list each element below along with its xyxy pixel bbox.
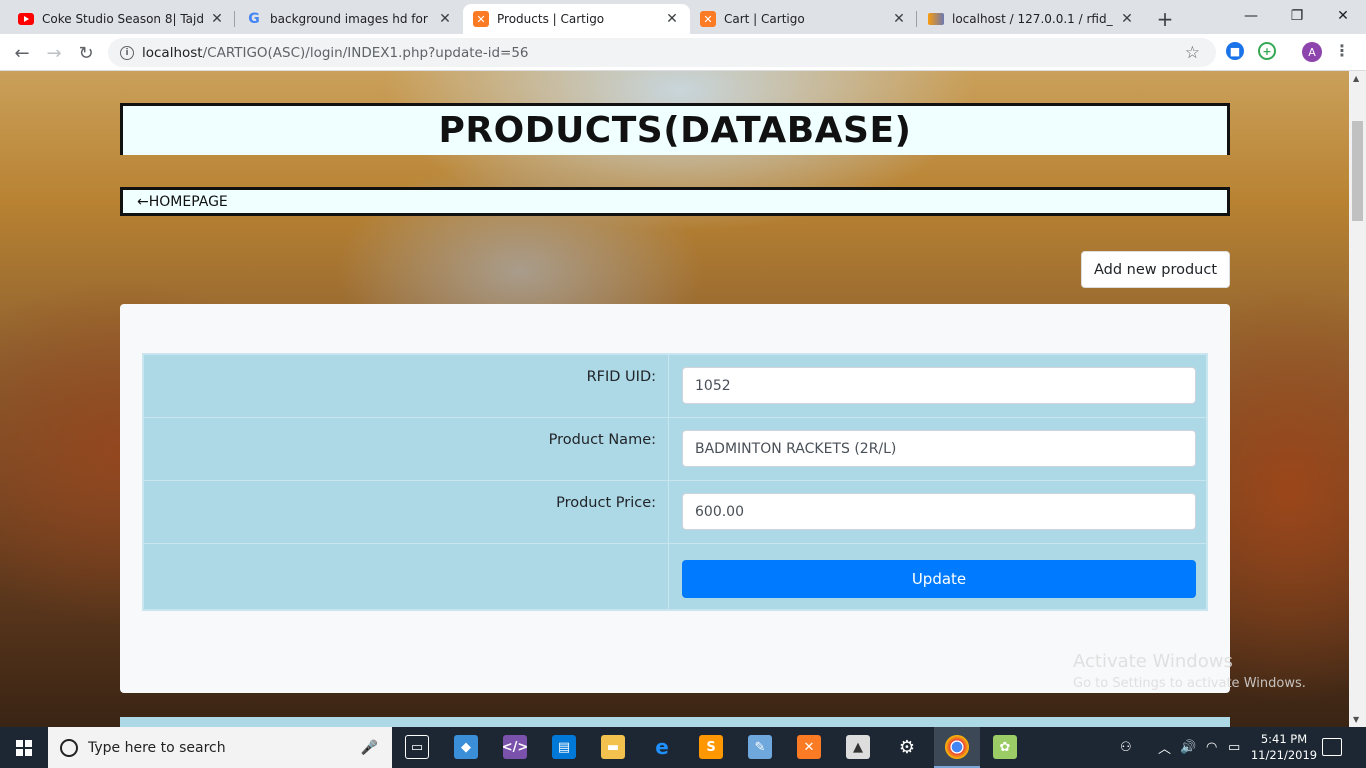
phpmyadmin-icon bbox=[928, 11, 944, 27]
tab-title: background images hd for wel bbox=[270, 12, 431, 26]
battery-icon[interactable]: ▭ bbox=[1228, 727, 1240, 768]
volume-icon[interactable]: 🔊 bbox=[1180, 727, 1196, 768]
product-name-label: Product Name: bbox=[144, 418, 669, 480]
xampp-icon: ✕ bbox=[473, 11, 489, 27]
url-path: /CARTIGO(ASC)/login/INDEX1.php?update-id… bbox=[202, 44, 529, 61]
youtube-icon bbox=[18, 11, 34, 27]
extension-icon[interactable]: ■ bbox=[1226, 42, 1244, 60]
homepage-link[interactable]: ←HOMEPAGE bbox=[120, 187, 1230, 216]
file-explorer-icon[interactable]: ▬ bbox=[601, 735, 625, 759]
paint-icon[interactable]: ✿ bbox=[993, 735, 1017, 759]
microphone-icon[interactable]: 🎤 bbox=[361, 740, 378, 756]
search-extension-icon[interactable]: + bbox=[1258, 42, 1276, 60]
new-tab-button[interactable]: + bbox=[1152, 6, 1178, 32]
browser-tab-strip: Coke Studio Season 8| Tajdar-e ✕ G backg… bbox=[0, 0, 1366, 34]
page-scrollbar[interactable]: ▲ ▼ bbox=[1349, 71, 1366, 727]
update-form: RFID UID: Product Name: Product Price: U… bbox=[142, 353, 1208, 611]
info-icon[interactable]: i bbox=[120, 45, 134, 60]
system-clock[interactable]: 5:41 PM 11/21/2019 bbox=[1244, 731, 1324, 763]
wifi-icon[interactable]: ◠ bbox=[1206, 727, 1217, 768]
clock-time: 5:41 PM bbox=[1260, 732, 1308, 746]
google-icon: G bbox=[248, 11, 260, 27]
close-window-button[interactable]: ✕ bbox=[1320, 0, 1366, 32]
forward-arrow-icon[interactable]: → bbox=[40, 39, 68, 67]
close-icon[interactable]: ✕ bbox=[664, 11, 680, 27]
settings-gear-icon[interactable]: ⚙ bbox=[895, 735, 919, 759]
close-icon[interactable]: ✕ bbox=[1119, 11, 1135, 27]
rfid-input[interactable] bbox=[682, 367, 1196, 404]
title-banner: PRODUCTS(DATABASE) bbox=[120, 103, 1230, 155]
form-row-name: Product Name: bbox=[144, 418, 1206, 481]
url-host: localhost bbox=[142, 44, 203, 61]
notepad-icon[interactable]: ✎ bbox=[748, 735, 772, 759]
tab-title: localhost / 127.0.0.1 / rfid_inve bbox=[952, 12, 1113, 26]
visual-studio-icon[interactable]: </> bbox=[502, 735, 528, 759]
form-row-rfid: RFID UID: bbox=[144, 355, 1206, 418]
minimize-button[interactable]: — bbox=[1228, 0, 1274, 32]
product-price-label: Product Price: bbox=[144, 481, 669, 543]
tab-products[interactable]: ✕ Products | Cartigo ✕ bbox=[463, 4, 690, 34]
app-icon[interactable]: ◆ bbox=[454, 735, 478, 759]
update-button[interactable]: Update bbox=[682, 560, 1196, 598]
browser-toolbar: ← → ↻ i localhost/CARTIGO(ASC)/login/IND… bbox=[0, 34, 1366, 71]
tab-google[interactable]: G background images hd for wel ✕ bbox=[236, 4, 463, 34]
chrome-taskbar-button[interactable] bbox=[934, 727, 980, 768]
xampp-icon[interactable]: ✕ bbox=[797, 735, 821, 759]
windows-logo-icon bbox=[16, 739, 32, 756]
windows-taskbar: Type here to search 🎤 ▭ ◆ </> ▤ ▬ e S ✎ … bbox=[0, 727, 1366, 768]
edge-icon[interactable]: e bbox=[650, 735, 674, 759]
sublime-text-icon[interactable]: S bbox=[699, 735, 723, 759]
tab-cart[interactable]: ✕ Cart | Cartigo ✕ bbox=[690, 4, 917, 34]
form-row-submit: Update bbox=[144, 544, 1206, 609]
back-arrow-icon[interactable]: ← bbox=[8, 39, 36, 67]
reload-icon[interactable]: ↻ bbox=[72, 39, 100, 67]
close-icon[interactable]: ✕ bbox=[437, 11, 453, 27]
tab-youtube[interactable]: Coke Studio Season 8| Tajdar-e ✕ bbox=[8, 4, 235, 34]
watermark-title: Activate Windows bbox=[1073, 651, 1233, 672]
page-title: PRODUCTS(DATABASE) bbox=[438, 110, 912, 151]
tab-title: Products | Cartigo bbox=[497, 12, 605, 26]
bookmark-star-icon[interactable]: ☆ bbox=[1185, 43, 1200, 63]
close-icon[interactable]: ✕ bbox=[891, 11, 907, 27]
close-icon[interactable]: ✕ bbox=[209, 11, 225, 27]
tab-title: Cart | Cartigo bbox=[724, 12, 805, 26]
rfid-label: RFID UID: bbox=[144, 355, 669, 417]
address-bar[interactable]: i localhost/CARTIGO(ASC)/login/INDEX1.ph… bbox=[108, 38, 1216, 67]
scroll-thumb[interactable] bbox=[1352, 121, 1363, 221]
search-placeholder: Type here to search bbox=[88, 739, 226, 756]
chrome-icon bbox=[945, 735, 969, 759]
xampp-icon: ✕ bbox=[700, 11, 716, 27]
product-name-input[interactable] bbox=[682, 430, 1196, 467]
start-button[interactable] bbox=[0, 727, 48, 768]
empty-cell bbox=[144, 544, 669, 609]
activate-windows-watermark: Activate Windows Go to Settings to activ… bbox=[1073, 651, 1306, 691]
store-icon[interactable]: ▤ bbox=[552, 735, 576, 759]
products-table-header bbox=[120, 717, 1230, 727]
avatar[interactable]: A bbox=[1302, 42, 1322, 62]
tab-phpmyadmin[interactable]: localhost / 127.0.0.1 / rfid_inve ✕ bbox=[918, 4, 1145, 34]
form-card: RFID UID: Product Name: Product Price: U… bbox=[120, 304, 1230, 693]
taskbar-search[interactable]: Type here to search 🎤 bbox=[48, 727, 392, 768]
page-viewport: PRODUCTS(DATABASE) ←HOMEPAGE Add new pro… bbox=[0, 71, 1349, 727]
maximize-button[interactable]: ❐ bbox=[1274, 0, 1320, 32]
notification-icon[interactable] bbox=[1322, 738, 1342, 756]
photos-icon[interactable]: ▲ bbox=[846, 735, 870, 759]
tab-title: Coke Studio Season 8| Tajdar-e bbox=[42, 12, 203, 26]
watermark-subtitle: Go to Settings to activate Windows. bbox=[1073, 676, 1306, 691]
cortana-icon bbox=[60, 738, 78, 757]
people-icon[interactable]: ⚇ bbox=[1120, 727, 1132, 768]
scroll-down-icon[interactable]: ▼ bbox=[1353, 715, 1359, 724]
show-hidden-icons-icon[interactable]: ︿ bbox=[1158, 727, 1171, 768]
scroll-up-icon[interactable]: ▲ bbox=[1353, 74, 1359, 83]
clock-date: 11/21/2019 bbox=[1250, 748, 1318, 762]
menu-icon[interactable]: ⋮ bbox=[1334, 41, 1350, 60]
product-price-input[interactable] bbox=[682, 493, 1196, 530]
add-new-product-button[interactable]: Add new product bbox=[1081, 251, 1230, 288]
form-row-price: Product Price: bbox=[144, 481, 1206, 544]
task-view-icon[interactable]: ▭ bbox=[405, 735, 429, 759]
